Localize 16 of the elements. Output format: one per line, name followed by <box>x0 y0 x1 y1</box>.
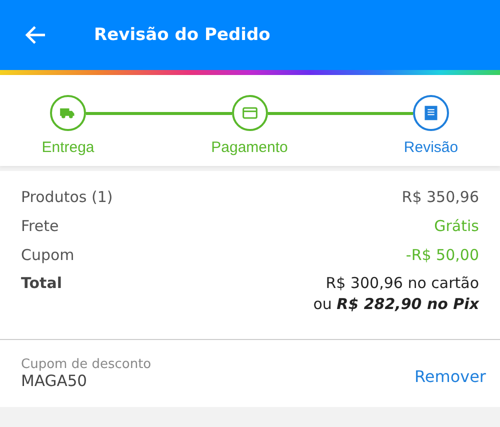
step-label: Entrega <box>42 139 94 156</box>
coupon-label: Cupom de desconto <box>21 357 152 372</box>
summary-label: Cupom <box>21 246 74 264</box>
step-label: Pagamento <box>211 139 288 156</box>
step-label: Revisão <box>404 139 458 156</box>
remove-button[interactable]: Remover <box>414 367 486 386</box>
coupon-code: MAGA50 <box>21 372 88 390</box>
summary-value: R$ 350,96 <box>402 188 479 206</box>
summary-value: -R$ 50,00 <box>406 246 479 264</box>
total-amount: ou R$ 282,90 no Pix <box>313 294 479 315</box>
total-amount: R$ 300,96 no cartão <box>324 273 479 294</box>
page-title: Revisão do Pedido <box>94 25 270 45</box>
summary-label: Frete <box>21 216 59 234</box>
summary-label: Produtos (1) <box>21 188 113 206</box>
total-label: Total <box>21 273 62 294</box>
summary-value: Grátis <box>434 216 479 234</box>
